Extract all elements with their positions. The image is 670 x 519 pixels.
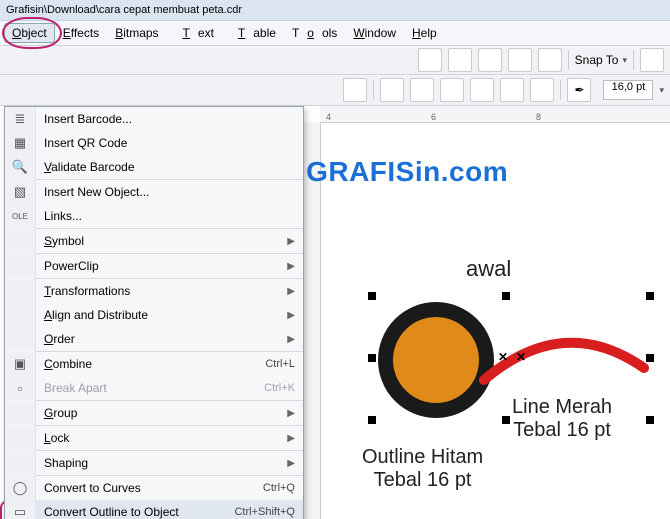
label-awal: awal (466, 256, 511, 282)
toolbar-button[interactable] (640, 48, 664, 72)
menu-convert-outline-to-object[interactable]: ▭Convert Outline to ObjectCtrl+Shift+Q (5, 500, 303, 519)
toolbar-button[interactable] (508, 48, 532, 72)
center-marker: ✕ (498, 350, 508, 364)
selection-handle[interactable] (646, 354, 654, 362)
menu-links[interactable]: OLELinks... (5, 204, 303, 228)
pen-icon[interactable]: ✒ (567, 78, 591, 102)
menu-insert-qr[interactable]: ▦Insert QR Code (5, 131, 303, 155)
selection-handle[interactable] (368, 416, 376, 424)
prop-button[interactable] (410, 78, 434, 102)
menu-lock[interactable]: Lock▶ (5, 426, 303, 450)
toolbar-main: Snap To ▾ (0, 46, 670, 75)
selection-handle[interactable] (368, 354, 376, 362)
menu-table[interactable]: Table (222, 23, 284, 43)
break-icon: ▫ (5, 376, 36, 400)
menu-shaping[interactable]: Shaping▶ (5, 451, 303, 475)
menu-validate-barcode[interactable]: 🔍Validate Barcode (5, 155, 303, 179)
selection-handle[interactable] (646, 292, 654, 300)
menu-powerclip[interactable]: PowerClip▶ (5, 254, 303, 278)
menu-effects[interactable]: Effects (55, 23, 107, 43)
menu-insert-new-object[interactable]: ▧Insert New Object... (5, 180, 303, 204)
menu-combine[interactable]: ▣CombineCtrl+L (5, 352, 303, 376)
combine-icon: ▣ (5, 352, 36, 376)
circle-object[interactable] (378, 302, 494, 418)
toolbar-property: ✒ 16,0 pt ▾ (0, 75, 670, 106)
selection-handle[interactable] (502, 416, 510, 424)
menu-order[interactable]: Order▶ (5, 327, 303, 351)
submenu-arrow-icon: ▶ (279, 236, 303, 247)
chevron-down-icon: ▾ (622, 55, 627, 66)
object-icon: ▧ (5, 180, 36, 204)
menu-object[interactable]: Object (4, 23, 55, 43)
ruler-horizontal: 468 (320, 106, 670, 123)
ole-icon: OLE (5, 204, 36, 228)
canvas-area[interactable]: 468 www.GRAFISin.com awal ✕ ✕ Line Merah… (302, 106, 670, 519)
menu-bitmaps[interactable]: Bitmaps (107, 23, 166, 43)
submenu-arrow-icon: ▶ (279, 458, 303, 469)
snap-to-dropdown[interactable]: Snap To ▾ (575, 53, 627, 67)
magnifier-icon: 🔍 (5, 155, 36, 179)
submenu-arrow-icon: ▶ (279, 334, 303, 345)
menu-transformations[interactable]: Transformations▶ (5, 279, 303, 303)
menu-window[interactable]: Window (345, 23, 404, 43)
menu-convert-to-curves[interactable]: ◯Convert to CurvesCtrl+Q (5, 476, 303, 500)
menu-align-distribute[interactable]: Align and Distribute▶ (5, 303, 303, 327)
center-marker: ✕ (516, 350, 526, 364)
menu-tools[interactable]: Tools (284, 23, 345, 43)
menu-help[interactable]: Help (404, 23, 445, 43)
toolbar-button[interactable] (478, 48, 502, 72)
menu-text[interactable]: Text (167, 23, 222, 43)
prop-button[interactable] (380, 78, 404, 102)
prop-button[interactable] (343, 78, 367, 102)
prop-button[interactable] (470, 78, 494, 102)
selection-handle[interactable] (502, 292, 510, 300)
toolbar-button[interactable] (538, 48, 562, 72)
toolbar-button[interactable] (448, 48, 472, 72)
menu-symbol[interactable]: Symbol▶ (5, 229, 303, 253)
object-dropdown-menu: ≣Insert Barcode... ▦Insert QR Code 🔍Vali… (4, 106, 304, 519)
prop-button[interactable] (530, 78, 554, 102)
submenu-arrow-icon: ▶ (279, 286, 303, 297)
curves-icon: ◯ (5, 476, 36, 500)
submenu-arrow-icon: ▶ (279, 433, 303, 444)
prop-button[interactable] (500, 78, 524, 102)
submenu-arrow-icon: ▶ (279, 408, 303, 419)
selection-handle[interactable] (646, 416, 654, 424)
snap-to-label: Snap To (575, 53, 619, 67)
outline-icon: ▭ (5, 500, 36, 519)
menu-bar: Object Effects Bitmaps Text Table Tools … (0, 21, 670, 46)
prop-button[interactable] (440, 78, 464, 102)
menu-group[interactable]: Group▶ (5, 401, 303, 425)
chevron-down-icon[interactable]: ▾ (659, 85, 664, 96)
selection-handle[interactable] (368, 292, 376, 300)
toolbar-button[interactable] (418, 48, 442, 72)
submenu-arrow-icon: ▶ (279, 310, 303, 321)
qr-icon: ▦ (5, 131, 36, 155)
menu-insert-barcode[interactable]: ≣Insert Barcode... (5, 107, 303, 131)
outline-width-input[interactable]: 16,0 pt (603, 80, 653, 100)
submenu-arrow-icon: ▶ (279, 261, 303, 272)
label-line-merah: Line MerahTebal 16 pt (512, 396, 612, 442)
menu-break-apart: ▫Break ApartCtrl+K (5, 376, 303, 400)
barcode-icon: ≣ (5, 107, 36, 131)
label-outline-hitam: Outline HitamTebal 16 pt (362, 446, 483, 492)
title-bar: Grafisin\Download\cara cepat membuat pet… (0, 0, 670, 21)
